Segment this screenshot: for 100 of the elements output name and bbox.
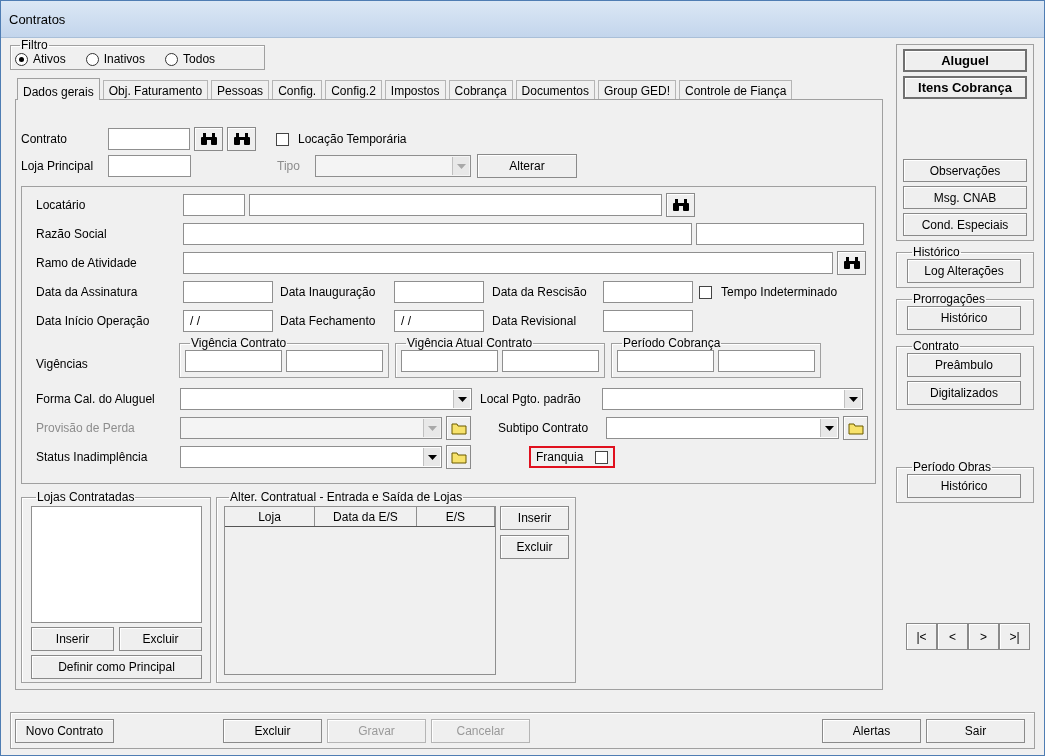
- input-field[interactable]: [185, 350, 282, 372]
- tab[interactable]: Impostos: [384, 80, 446, 99]
- input-field[interactable]: [183, 194, 245, 216]
- input-field[interactable]: / /: [394, 310, 484, 332]
- dropdown-field[interactable]: [315, 155, 471, 177]
- navigation-button[interactable]: |<: [906, 623, 937, 650]
- button[interactable]: Inserir: [500, 506, 569, 530]
- input-field[interactable]: [401, 350, 498, 372]
- tab[interactable]: Config.: [272, 80, 323, 99]
- radio-option[interactable]: Inativos: [85, 52, 152, 66]
- dropdown-arrow-icon: [457, 396, 467, 402]
- field-label: Locação Temporária: [298, 132, 407, 146]
- field-label: Razão Social: [36, 227, 107, 241]
- input-field[interactable]: [183, 281, 273, 303]
- group-label: Prorrogações: [912, 292, 987, 306]
- button[interactable]: Observações: [903, 159, 1027, 183]
- dropdown-field[interactable]: [180, 446, 442, 468]
- button[interactable]: Log Alterações: [907, 259, 1021, 283]
- tab[interactable]: Controle de Fiança: [679, 80, 793, 99]
- search-button[interactable]: [837, 251, 866, 275]
- dropdown-field[interactable]: [602, 388, 863, 410]
- input-field[interactable]: [718, 350, 815, 372]
- radio-option[interactable]: Ativos: [15, 52, 72, 66]
- input-field[interactable]: [603, 281, 693, 303]
- column-header[interactable]: E/S: [416, 507, 495, 526]
- folder-icon: [847, 421, 864, 435]
- tab[interactable]: Cobrança: [448, 80, 513, 99]
- group-label: Filtro: [20, 38, 49, 52]
- button[interactable]: Msg. CNAB: [903, 186, 1027, 210]
- group-label: Contrato: [912, 339, 961, 353]
- list-box[interactable]: [31, 506, 202, 623]
- field-label: Data Fechamento: [280, 314, 376, 328]
- input-field[interactable]: [183, 252, 833, 274]
- dropdown-field[interactable]: [180, 417, 442, 439]
- field-label: Local Pgto. padrão: [480, 392, 581, 406]
- button[interactable]: Preâmbulo: [907, 353, 1021, 377]
- input-field[interactable]: [249, 194, 662, 216]
- button[interactable]: Excluir: [500, 535, 569, 559]
- radio-option[interactable]: Todos: [165, 52, 222, 66]
- input-field[interactable]: [286, 350, 383, 372]
- button[interactable]: Alterar: [477, 154, 577, 178]
- button[interactable]: Aluguel: [903, 49, 1027, 72]
- folder-button[interactable]: [446, 416, 471, 440]
- field-label: Subtipo Contrato: [498, 421, 589, 435]
- navigation-button[interactable]: >|: [999, 623, 1030, 650]
- tab[interactable]: Group GED!: [597, 80, 676, 99]
- navigation-button[interactable]: >: [968, 623, 999, 650]
- field-label: Data Início Operação: [36, 314, 150, 328]
- tab[interactable]: Pessoas: [211, 80, 270, 99]
- button[interactable]: Excluir: [223, 718, 322, 743]
- field-label: Data da Assinatura: [36, 285, 138, 299]
- dropdown-arrow-icon: [848, 396, 858, 402]
- checkbox[interactable]: [595, 450, 609, 464]
- button[interactable]: Inserir: [31, 627, 114, 651]
- input-field[interactable]: [696, 223, 864, 245]
- search-button[interactable]: [194, 127, 223, 151]
- button[interactable]: Histórico: [907, 474, 1021, 498]
- button[interactable]: Sair: [926, 718, 1025, 743]
- folder-button[interactable]: [446, 445, 471, 469]
- tab[interactable]: Dados gerais: [17, 78, 100, 100]
- button[interactable]: Definir como Principal: [31, 655, 202, 679]
- input-field[interactable]: [617, 350, 714, 372]
- input-field[interactable]: [394, 281, 484, 303]
- input-field[interactable]: / /: [183, 310, 273, 332]
- search-button[interactable]: [227, 127, 256, 151]
- checkbox[interactable]: [699, 285, 712, 299]
- group-label: Lojas Contratadas: [36, 490, 136, 504]
- field-label: Status Inadimplência: [36, 450, 148, 464]
- tab[interactable]: Obj. Faturamento: [102, 80, 209, 99]
- input-field[interactable]: [108, 128, 190, 150]
- button[interactable]: Histórico: [907, 306, 1021, 330]
- folder-button[interactable]: [843, 416, 868, 440]
- group-label: Histórico: [912, 245, 961, 259]
- button[interactable]: Itens Cobrança: [903, 76, 1027, 99]
- button[interactable]: Novo Contrato: [15, 718, 114, 743]
- folder-icon: [450, 450, 467, 464]
- field-label: Contrato: [21, 132, 68, 146]
- input-field[interactable]: [502, 350, 599, 372]
- tab[interactable]: Config.2: [325, 80, 382, 99]
- dropdown-arrow-icon: [427, 454, 437, 460]
- column-header[interactable]: Loja: [225, 507, 315, 526]
- navigation-button[interactable]: <: [937, 623, 968, 650]
- button[interactable]: Alertas: [822, 718, 921, 743]
- button[interactable]: Digitalizados: [907, 381, 1021, 405]
- dropdown-field[interactable]: [606, 417, 839, 439]
- search-button[interactable]: [666, 193, 695, 217]
- input-field[interactable]: [108, 155, 191, 177]
- tab[interactable]: Documentos: [515, 80, 595, 99]
- column-header[interactable]: Data da E/S: [315, 507, 417, 526]
- field-label: Franquia: [536, 450, 584, 464]
- field-label: Data Revisional: [492, 314, 577, 328]
- field-label: Tempo Indeterminado: [721, 285, 838, 299]
- dropdown-field[interactable]: [180, 388, 472, 410]
- binoculars-icon: [232, 132, 251, 146]
- field-label: Vigências: [36, 357, 88, 371]
- button[interactable]: Cond. Especiais: [903, 213, 1027, 236]
- checkbox[interactable]: [276, 132, 289, 146]
- input-field[interactable]: [603, 310, 693, 332]
- button[interactable]: Excluir: [119, 627, 202, 651]
- input-field[interactable]: [183, 223, 692, 245]
